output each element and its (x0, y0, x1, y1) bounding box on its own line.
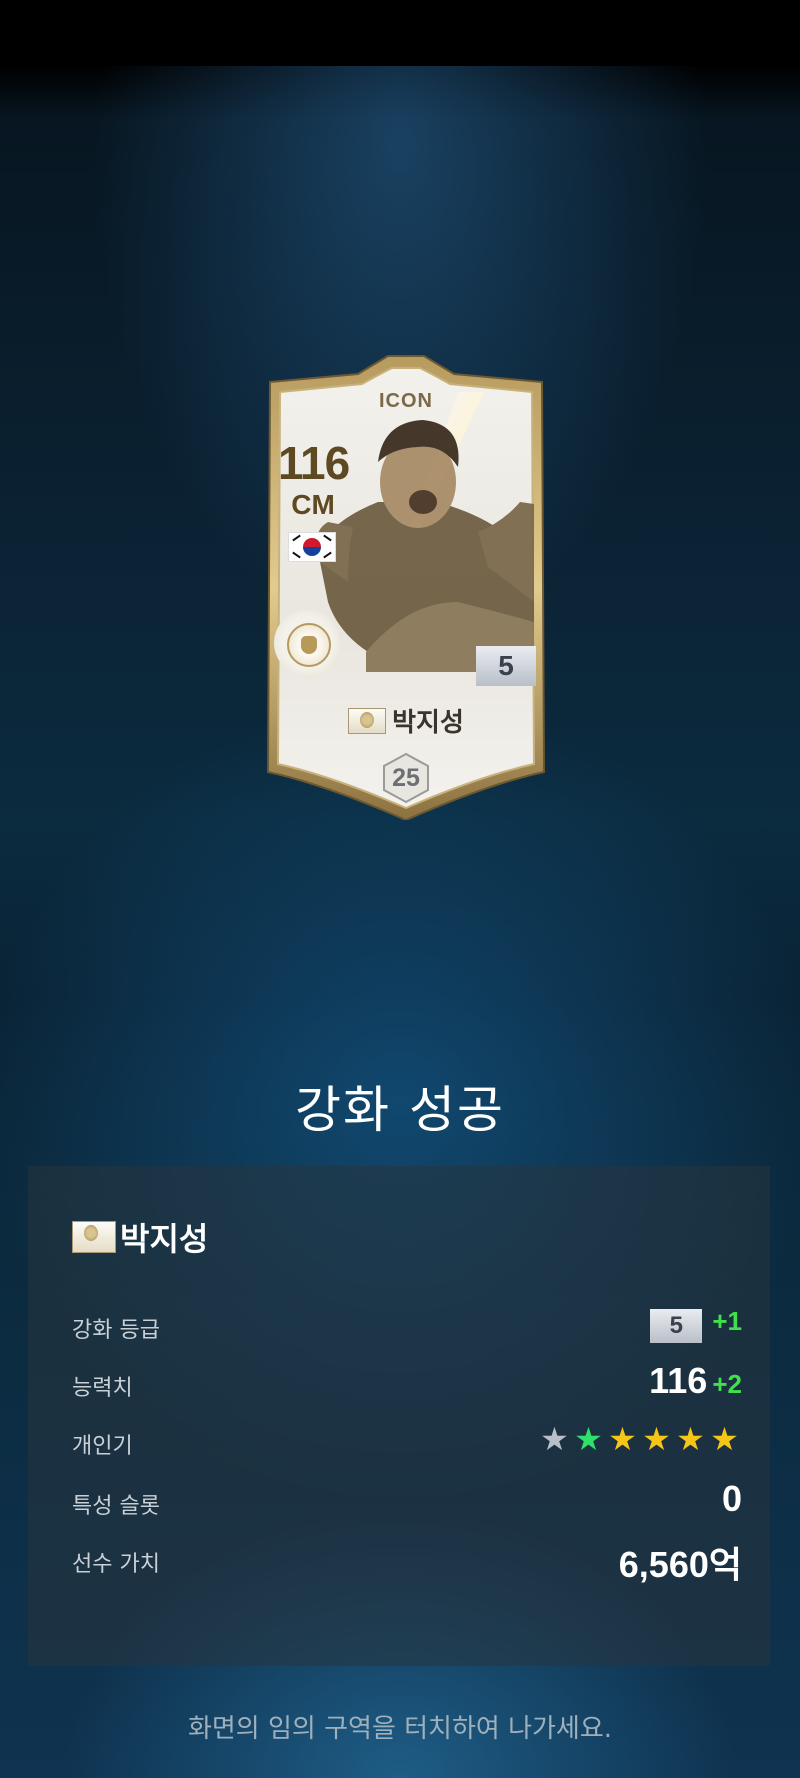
star-icon: ★ (676, 1420, 706, 1458)
result-panel: 박지성 강화 등급 5 +1 능력치 116 +2 개인기 ★ ★ ★ ★ ★ ★ 특성 슬… (28, 1166, 770, 1666)
result-player-name: 박지성 (120, 1220, 209, 1258)
star-icon: ★ (642, 1420, 672, 1458)
star-icon: ★ (574, 1420, 604, 1458)
card-player-name: 박지성 (392, 708, 464, 738)
row-trait-slots: 특성 슬롯 0 (72, 1478, 742, 1528)
trait-slots-label: 특성 슬롯 (72, 1494, 160, 1519)
ovr-label: 능력치 (72, 1376, 133, 1401)
star-icon: ★ (608, 1420, 638, 1458)
player-card: ICON 116 CM 5 박지성 25 (258, 352, 554, 820)
status-bar (0, 0, 800, 66)
background[interactable]: ICON 116 CM 5 박지성 25 강화 성공 박지성 강화 등급 5 +… (0, 0, 800, 1778)
popularity-label: 개인기 (72, 1434, 133, 1459)
enhance-grade-label: 강화 등급 (72, 1318, 160, 1343)
player-value: 6,560억 (618, 1544, 742, 1585)
card-position: CM (291, 489, 335, 520)
result-player-name-row: 박지성 (72, 1214, 208, 1260)
row-enhance-grade: 강화 등급 5 +1 (72, 1302, 742, 1352)
icon-season-icon (72, 1221, 116, 1253)
ovr-delta: +2 (712, 1369, 742, 1399)
south-korea-flag-icon (288, 532, 336, 562)
star-icon: ★ (540, 1420, 570, 1458)
trait-slots-value: 0 (721, 1478, 742, 1519)
popularity-stars: ★ ★ ★ ★ ★ ★ (538, 1420, 742, 1458)
icon-season-icon (348, 707, 387, 734)
ovr-value: 116 (649, 1360, 708, 1401)
enhance-grade-delta: +1 (712, 1306, 742, 1336)
row-popularity: 개인기 ★ ★ ★ ★ ★ ★ (72, 1418, 742, 1468)
enhance-grade-chip: 5 (650, 1308, 703, 1343)
club-emblem-icon (274, 610, 340, 676)
card-ovr: 116 (278, 437, 350, 489)
row-ovr: 능력치 116 +2 (72, 1360, 742, 1410)
star-icon: ★ (710, 1420, 740, 1458)
exit-hint: 화면의 임의 구역을 터치하여 나가세요. (187, 1714, 613, 1744)
card-level: 25 (392, 764, 420, 792)
row-player-value: 선수 가치 6,560억 (72, 1536, 742, 1586)
card-player-name-row: 박지성 (258, 702, 554, 739)
card-frame (266, 355, 546, 820)
enhance-success-title: 강화 성공 (295, 1081, 505, 1139)
player-value-label: 선수 가치 (72, 1552, 160, 1577)
card-type-label: ICON (379, 390, 433, 412)
card-grade-badge: 5 (476, 646, 536, 686)
